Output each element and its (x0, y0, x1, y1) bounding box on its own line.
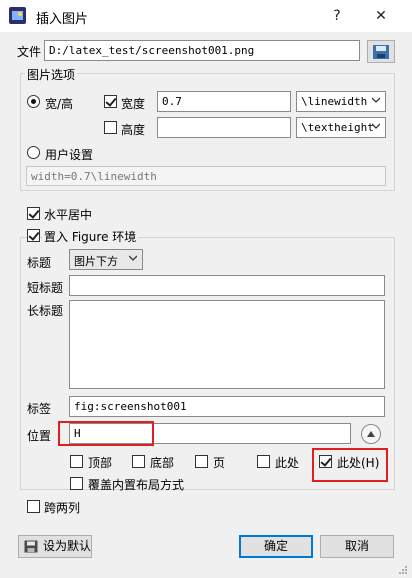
override-layout-label: 覆盖内置布局方式 (88, 478, 185, 492)
caption-position-select[interactable]: 图片下方 (69, 249, 143, 270)
user-setting-input[interactable]: width=0.7\linewidth (26, 166, 386, 186)
file-label: 文件 (17, 45, 42, 59)
position-highlight-box (58, 421, 154, 446)
placement-bottom-checkbox[interactable] (132, 455, 145, 468)
placement-top-checkbox[interactable] (70, 455, 83, 468)
width-height-radio[interactable] (27, 95, 40, 108)
width-input[interactable]: 0.7 (157, 91, 291, 112)
height-unit-select[interactable]: \textheight (296, 117, 386, 138)
short-caption-input[interactable] (69, 275, 385, 296)
user-setting-radio[interactable] (27, 146, 40, 159)
width-unit-value: \linewidth (301, 95, 368, 108)
tag-label: 标签 (27, 402, 52, 416)
file-path-input[interactable]: D:/latex_test/screenshot001.png (44, 40, 360, 61)
center-label: 水平居中 (44, 208, 93, 222)
caption-position-value: 图片下方 (74, 255, 118, 268)
height-unit-value: \textheight (301, 121, 374, 134)
chevron-down-icon (372, 123, 380, 129)
ok-button[interactable]: 确定 (239, 535, 313, 558)
cancel-button[interactable]: 取消 (320, 535, 394, 558)
floppy-disk-icon (24, 540, 38, 553)
position-label: 位置 (27, 429, 52, 443)
here-strict-highlight-box (312, 448, 388, 482)
figure-env-label: 置入 Figure 环境 (42, 228, 139, 245)
set-default-label: 设为默认 (43, 539, 92, 553)
width-unit-select[interactable]: \linewidth (296, 91, 386, 112)
save-icon[interactable] (367, 40, 395, 63)
image-options-legend: 图片选项 (25, 66, 78, 83)
placement-page-checkbox[interactable] (195, 455, 208, 468)
center-checkbox[interactable] (27, 207, 40, 220)
window-title: 插入图片 (36, 12, 89, 27)
width-checkbox[interactable] (104, 95, 117, 108)
caption-label: 标题 (27, 256, 52, 270)
placement-page-label: 页 (213, 456, 226, 470)
chevron-down-icon (372, 97, 380, 103)
placement-top-label: 顶部 (88, 456, 113, 470)
height-label: 高度 (121, 123, 146, 137)
placement-here-label: 此处 (275, 456, 300, 470)
set-default-button[interactable]: 设为默认 (18, 535, 92, 558)
override-layout-checkbox[interactable] (70, 477, 83, 490)
height-input[interactable] (157, 117, 291, 138)
width-label: 宽度 (121, 97, 146, 111)
resize-grip-icon[interactable] (398, 565, 408, 575)
chevron-down-icon (129, 255, 137, 261)
expand-up-button[interactable] (361, 424, 381, 444)
long-caption-textarea[interactable] (69, 300, 385, 389)
help-button[interactable]: ? (326, 5, 348, 27)
figure-env-checkbox[interactable] (27, 229, 40, 242)
triangle-up-icon (367, 431, 375, 437)
tag-input[interactable]: fig:screenshot001 (69, 396, 385, 417)
user-setting-label: 用户设置 (45, 148, 94, 162)
placement-bottom-label: 底部 (150, 456, 175, 470)
short-caption-label: 短标题 (27, 281, 64, 295)
placement-here-checkbox[interactable] (257, 455, 270, 468)
width-height-label: 宽/高 (45, 97, 74, 111)
long-caption-label: 长标题 (27, 304, 64, 318)
span-two-columns-label: 跨两列 (44, 501, 81, 515)
span-two-columns-checkbox[interactable] (27, 500, 40, 513)
height-checkbox[interactable] (104, 121, 117, 134)
image-app-icon (9, 7, 26, 24)
close-button[interactable]: ✕ (370, 5, 392, 27)
